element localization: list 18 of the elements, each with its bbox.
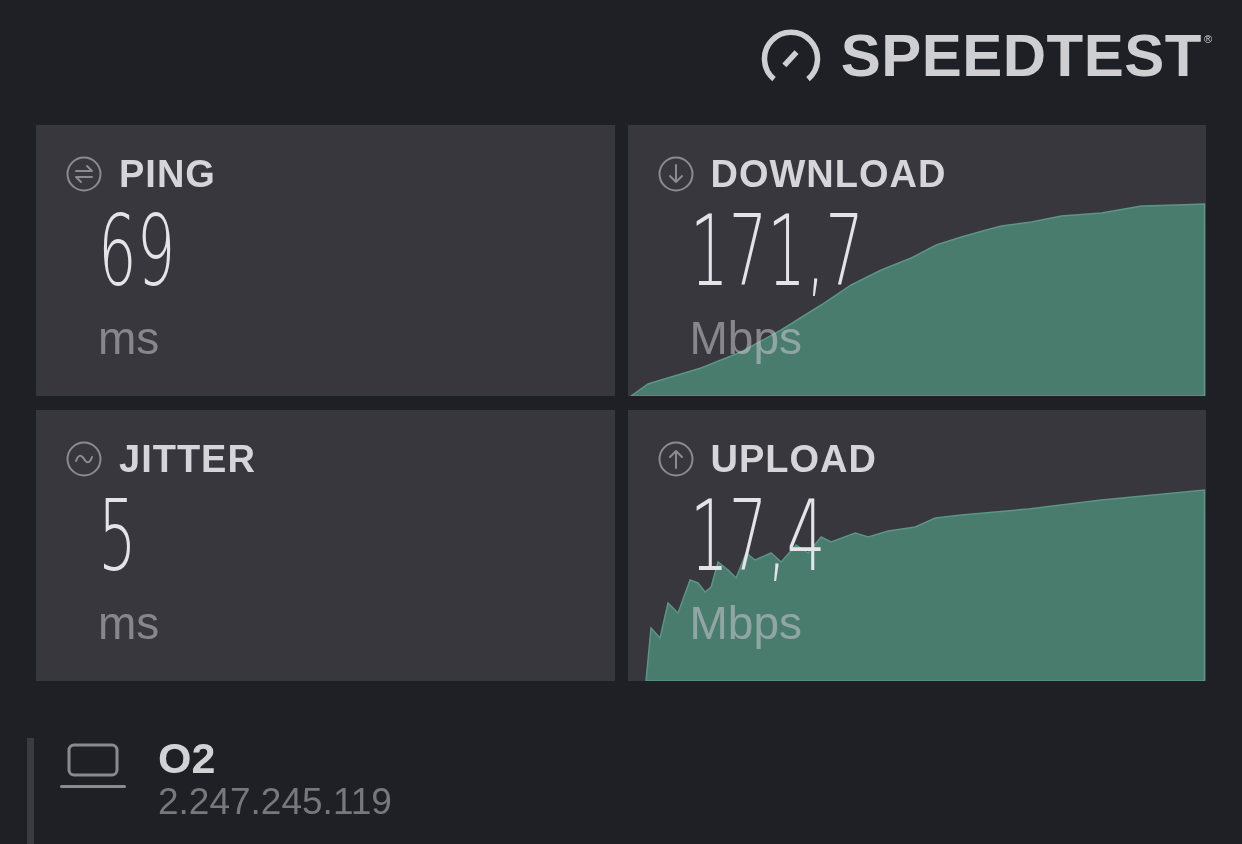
- metric-unit: ms: [98, 600, 160, 646]
- metric-label: UPLOAD: [710, 440, 877, 478]
- metric-label: PING: [119, 155, 216, 193]
- provider-name: O2: [158, 737, 216, 780]
- metric-label: JITTER: [119, 440, 256, 478]
- metric-value: 17,4: [689, 487, 825, 585]
- metric-value: 171,7: [689, 202, 864, 300]
- logo-wordmark: SPEEDTEST: [840, 26, 1202, 86]
- ip-address: 2.247.245.119: [158, 783, 392, 820]
- wave-icon: [66, 441, 102, 477]
- exchange-arrows-icon: [66, 156, 102, 192]
- metric-value: 69: [98, 202, 176, 300]
- metric-value: 5: [98, 487, 137, 585]
- laptop-icon: [60, 743, 126, 789]
- gauge-icon: [760, 29, 821, 82]
- registered-mark: ®: [1203, 34, 1212, 45]
- metric-unit: ms: [98, 315, 160, 361]
- metric-label: DOWNLOAD: [710, 155, 947, 193]
